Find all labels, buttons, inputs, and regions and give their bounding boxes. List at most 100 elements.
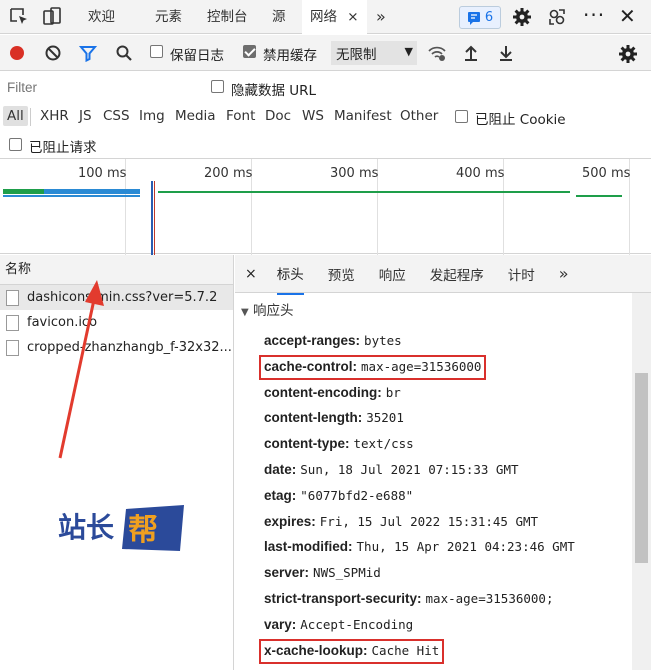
scrollbar[interactable] xyxy=(632,293,651,670)
header-value: Thu, 15 Apr 2021 04:23:46 GMT xyxy=(356,539,575,555)
tab-timing[interactable]: 计时 xyxy=(508,254,535,294)
filter-icon[interactable] xyxy=(79,44,97,62)
close-devtools-icon[interactable]: ✕ xyxy=(619,4,636,28)
network-settings-gear-icon[interactable] xyxy=(618,44,638,64)
filter-input[interactable] xyxy=(4,76,196,98)
tab-sources[interactable]: 源 xyxy=(272,0,286,34)
header-pair: server: NWS_SPMid xyxy=(264,565,381,581)
tab-welcome[interactable]: 欢迎 xyxy=(88,0,115,34)
tab-elements[interactable]: 元素 xyxy=(155,0,182,34)
customize-icon[interactable] xyxy=(547,7,567,27)
header-row[interactable]: accept-ranges: bytes xyxy=(264,333,402,349)
timeline-bar-download xyxy=(44,189,140,194)
tab-network-close-icon[interactable]: × xyxy=(347,9,358,25)
type-js[interactable]: JS xyxy=(79,108,92,124)
header-value: max-age=31536000 xyxy=(361,358,482,374)
header-value: Accept-Encoding xyxy=(300,616,414,632)
request-row[interactable]: favicon.ico xyxy=(0,310,233,335)
preserve-log-label: 保留日志 xyxy=(170,48,224,64)
header-row[interactable]: expires: Fri, 15 Jul 2022 15:31:45 GMT xyxy=(264,514,538,530)
header-row[interactable]: strict-transport-security: max-age=315360… xyxy=(264,591,553,607)
network-conditions-icon[interactable] xyxy=(427,44,447,62)
clear-icon[interactable] xyxy=(44,44,62,62)
preserve-log-checkbox[interactable] xyxy=(150,45,163,58)
header-row[interactable]: date: Sun, 18 Jul 2021 07:15:33 GMT xyxy=(264,462,519,478)
search-icon[interactable] xyxy=(115,44,133,62)
settings-gear-icon[interactable] xyxy=(512,7,532,27)
header-row[interactable]: cache-control: max-age=31536000 xyxy=(258,354,487,380)
throttling-value: 无限制 xyxy=(336,47,377,63)
record-icon[interactable] xyxy=(8,44,26,62)
type-xhr[interactable]: XHR xyxy=(40,108,69,124)
timeline-tick-label: 200 ms xyxy=(204,166,253,181)
disable-cache-checkbox[interactable] xyxy=(243,45,256,58)
hide-data-url-checkbox[interactable] xyxy=(211,80,224,93)
name-column-header[interactable]: 名称 xyxy=(0,255,233,285)
tab-network-label: 网络 xyxy=(310,9,337,25)
issues-count: 6 xyxy=(484,10,494,25)
header-row[interactable]: x-cache-lookup: Cache Hit xyxy=(258,638,445,664)
type-css[interactable]: CSS xyxy=(103,108,130,124)
scrollbar-thumb[interactable] xyxy=(635,373,648,563)
header-row[interactable]: vary: Accept-Encoding xyxy=(264,617,413,633)
type-doc[interactable]: Doc xyxy=(265,108,291,124)
header-key: content-encoding: xyxy=(264,384,382,400)
header-row[interactable]: content-type: text/css xyxy=(264,436,414,452)
more-options-icon[interactable]: ··· xyxy=(583,3,605,27)
header-value: Fri, 15 Jul 2022 15:31:45 GMT xyxy=(319,513,539,529)
logo-text-emph: 帮 xyxy=(128,513,158,548)
close-details-icon[interactable]: × xyxy=(245,266,257,282)
blocked-cookies-checkbox[interactable] xyxy=(455,110,468,123)
blocked-cookies-label: 已阻止 Cookie xyxy=(475,112,566,128)
import-har-icon[interactable] xyxy=(463,44,479,62)
tab-response[interactable]: 响应 xyxy=(379,254,406,294)
type-media[interactable]: Media xyxy=(175,108,216,124)
timeline-tick-label: 400 ms xyxy=(456,166,505,181)
header-pair: content-length: 35201 xyxy=(264,410,404,426)
timeline-bar-long xyxy=(158,191,570,193)
header-row[interactable]: content-length: 35201 xyxy=(264,410,404,426)
disable-cache-label: 禁用缓存 xyxy=(263,48,317,64)
issues-badge[interactable]: 6 xyxy=(459,6,501,29)
tab-initiator[interactable]: 发起程序 xyxy=(430,254,484,294)
type-manifest[interactable]: Manifest xyxy=(334,108,392,124)
dom-content-loaded-line xyxy=(151,181,153,255)
type-ws[interactable]: WS xyxy=(302,108,324,124)
throttling-select[interactable]: 无限制 ▼ xyxy=(331,41,417,65)
more-tabs-icon[interactable]: » xyxy=(376,0,386,34)
request-name: cropped-zhanzhangb_f-32x32.... xyxy=(27,340,233,355)
timeline-tick-label: 500 ms xyxy=(582,166,631,181)
header-key: date: xyxy=(264,462,297,477)
header-pair: etag: "6077bfd2-e688" xyxy=(264,488,413,504)
header-key: last-modified: xyxy=(264,539,353,555)
tab-console[interactable]: 控制台 xyxy=(207,0,248,34)
filter-bar: 隐藏数据 URL xyxy=(0,72,651,102)
request-name: favicon.ico xyxy=(27,315,98,330)
inspect-element-icon[interactable] xyxy=(9,7,29,27)
type-all[interactable]: All xyxy=(3,106,28,126)
header-key: cache-control: xyxy=(264,358,358,374)
divider xyxy=(30,108,31,126)
more-tabs-icon[interactable]: » xyxy=(559,258,569,289)
request-row[interactable]: dashicons.min.css?ver=5.7.2 xyxy=(0,285,233,310)
type-img[interactable]: Img xyxy=(139,108,165,124)
header-row[interactable]: last-modified: Thu, 15 Apr 2021 04:23:46 … xyxy=(264,539,575,555)
header-row[interactable]: server: NWS_SPMid xyxy=(264,565,381,581)
network-timeline-overview[interactable]: 100 ms 200 ms 300 ms 400 ms 500 ms xyxy=(0,158,651,255)
blocked-requests-checkbox[interactable] xyxy=(9,138,22,151)
header-pair: accept-ranges: bytes xyxy=(264,333,402,349)
header-row[interactable]: content-encoding: br xyxy=(264,385,401,401)
response-headers-section[interactable]: ▼ 响应头 xyxy=(241,299,294,319)
device-toolbar-icon[interactable] xyxy=(42,7,62,27)
tab-network[interactable]: 网络 × xyxy=(302,0,367,35)
header-key: strict-transport-security: xyxy=(264,591,422,606)
request-row[interactable]: cropped-zhanzhangb_f-32x32.... xyxy=(0,335,233,360)
header-key: x-cache-lookup: xyxy=(264,642,368,658)
tab-preview[interactable]: 预览 xyxy=(328,254,355,294)
tab-headers[interactable]: 标头 xyxy=(276,253,304,295)
header-row[interactable]: etag: "6077bfd2-e688" xyxy=(264,488,413,504)
hide-data-url-label: 隐藏数据 URL xyxy=(231,83,317,99)
export-har-icon[interactable] xyxy=(498,44,514,62)
type-font[interactable]: Font xyxy=(226,108,255,124)
type-other[interactable]: Other xyxy=(400,108,438,124)
